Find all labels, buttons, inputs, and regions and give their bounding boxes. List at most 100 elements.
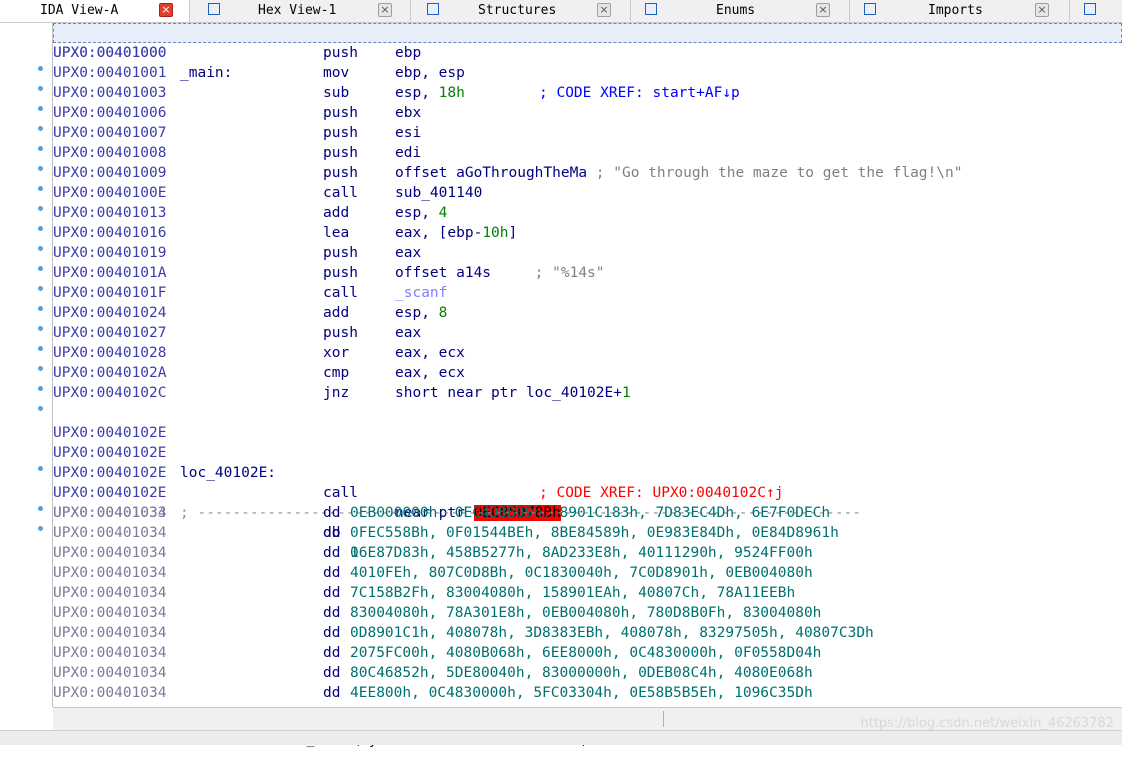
- close-icon[interactable]: ×: [378, 3, 392, 17]
- listing-line-dd[interactable]: UPX0:00401034 dd 0EB000000h, 0EC4D8B09h, 8…: [53, 503, 1122, 523]
- operand-text[interactable]: eax, ecx: [395, 345, 465, 361]
- address: UPX0:0040100E: [53, 185, 167, 201]
- tab-ida-view-a[interactable]: IDA View-A ×: [0, 0, 190, 22]
- listing-line[interactable]: UPX0:00401001 mov ebp, esp: [53, 63, 1122, 83]
- listing-line[interactable]: UPX0:00401027 push eax: [53, 323, 1122, 343]
- listing-line[interactable]: UPX0:00401006 push ebx: [53, 103, 1122, 123]
- mnemonic: dd: [323, 645, 341, 661]
- close-icon[interactable]: ×: [1035, 3, 1049, 17]
- listing-line-loc[interactable]: UPX0:0040102E loc_40102E: ; CODE XREF: U…: [53, 423, 1122, 501]
- function-reference[interactable]: _scanf: [395, 285, 447, 301]
- listing-line[interactable]: UPX0:00401007 push esi: [53, 123, 1122, 143]
- listing-line-call[interactable]: UPX0:0040102E call near ptr 0EC85D78Bh: [53, 443, 1122, 521]
- address: UPX0:00401027: [53, 325, 167, 341]
- exports-icon: [1084, 3, 1096, 15]
- tab-structures[interactable]: Structures ×: [411, 0, 631, 21]
- mnemonic: dd: [323, 685, 341, 701]
- disassembly-listing[interactable]: UPX0:00401000 _main: ; CODE XREF: start+…: [53, 23, 1122, 707]
- listing-line[interactable]: UPX0:0040101A push offset a14s ; "%14s": [53, 263, 1122, 283]
- mnemonic: dd: [323, 545, 341, 561]
- mnemonic: call: [323, 285, 358, 301]
- arrow-dot-icon: [38, 386, 43, 391]
- address: UPX0:00401034: [53, 505, 167, 521]
- operand-text[interactable]: offset aGoThroughTheMa: [395, 165, 587, 181]
- listing-line[interactable]: UPX0:00401028 xor eax, ecx: [53, 343, 1122, 363]
- comment: ; "Go through the maze to get the flag!\…: [587, 165, 963, 181]
- operand-text[interactable]: eax, ecx: [395, 365, 465, 381]
- operand-text[interactable]: short near ptr loc_40102E+: [395, 385, 622, 401]
- listing-line-dd[interactable]: UPX0:00401034 dd 0D8901C1h, 408078h, 3D838…: [53, 623, 1122, 643]
- tab-imports[interactable]: Imports ×: [850, 0, 1070, 21]
- tab-enums[interactable]: Enums ×: [631, 0, 850, 21]
- listing-line-dd[interactable]: UPX0:00401034 dd 83004080h, 78A301E8h, 0EB…: [53, 603, 1122, 623]
- tab-exports[interactable]: [1070, 0, 1122, 21]
- address: UPX0:00401016: [53, 225, 167, 241]
- data-values: 16E87D83h, 458B5277h, 8AD233E8h, 4011129…: [350, 545, 813, 561]
- listing-line-dd[interactable]: UPX0:00401034 dd 16E87D83h, 458B5277h, 8AD…: [53, 543, 1122, 563]
- mnemonic: add: [323, 205, 350, 221]
- structures-icon: [427, 3, 439, 15]
- operand-text[interactable]: eax: [395, 245, 421, 261]
- listing-line-main[interactable]: UPX0:00401000 _main: ; CODE XREF: start+…: [53, 23, 1122, 101]
- listing-line-dd[interactable]: UPX0:00401034 dd 4EE800h, 0C4830000h, 5FC0…: [53, 683, 1122, 703]
- address: UPX0:00401034: [53, 525, 167, 541]
- listing-line-dd[interactable]: UPX0:00401034 dd 2075FC00h, 4080B068h, 6EE…: [53, 643, 1122, 663]
- mnemonic: push: [323, 245, 358, 261]
- close-icon[interactable]: ×: [816, 3, 830, 17]
- listing-line[interactable]: UPX0:0040100E call sub_401140: [53, 183, 1122, 203]
- listing-line[interactable]: UPX0:0040102C jnz short near ptr loc_40102…: [53, 383, 1122, 403]
- listing-line-dd[interactable]: UPX0:00401034 dd 7C158B2Fh, 83004080h, 158…: [53, 583, 1122, 603]
- arrow-dot-icon: [38, 286, 43, 291]
- operand-text[interactable]: esp,: [395, 85, 439, 101]
- mnemonic: dd: [323, 625, 341, 641]
- listing-line[interactable]: UPX0:00401009 push offset aGoThroughTheMa …: [53, 163, 1122, 183]
- operand-text[interactable]: esp,: [395, 305, 439, 321]
- arrow-dot-icon: [38, 206, 43, 211]
- close-icon[interactable]: ×: [159, 3, 173, 17]
- listing-line-dd[interactable]: UPX0:00401034 dd 0FEC558Bh, 0F01544BEh, 8B…: [53, 523, 1122, 543]
- watermark: https://blog.csdn.net/weixin_46263782: [860, 716, 1114, 731]
- operands: eax: [395, 323, 421, 343]
- tab-label: Structures: [478, 3, 557, 18]
- listing-line[interactable]: UPX0:00401013 add esp, 4: [53, 203, 1122, 223]
- listing-line-dd[interactable]: UPX0:00401034 dd 80C46852h, 5DE80040h, 830…: [53, 663, 1122, 683]
- operand-text[interactable]: esp,: [395, 205, 439, 221]
- data-values: 80C46852h, 5DE80040h, 83000000h, 0DEB08C…: [350, 665, 813, 681]
- operand-text[interactable]: sub_401140: [395, 185, 482, 201]
- listing-line[interactable]: UPX0:00401000 push ebp: [53, 43, 1122, 63]
- address: UPX0:00401019: [53, 245, 167, 261]
- mnemonic: lea: [323, 225, 350, 241]
- listing-gutter[interactable]: [0, 23, 52, 707]
- bottom-scroll-area[interactable]: [0, 730, 1122, 745]
- listing-line[interactable]: UPX0:00401003 sub esp, 18h: [53, 83, 1122, 103]
- operand-text[interactable]: ebp, esp: [395, 65, 465, 81]
- listing-line[interactable]: UPX0:00401008 push edi: [53, 143, 1122, 163]
- close-icon[interactable]: ×: [597, 3, 611, 17]
- mnemonic: dd: [323, 525, 341, 541]
- operands: ebx: [395, 103, 421, 123]
- operand-text[interactable]: eax: [395, 325, 421, 341]
- listing-line[interactable]: UPX0:0040101F call _scanf: [53, 283, 1122, 303]
- data-values: 0FEC558Bh, 0F01544BEh, 8BE84589h, 0E983E…: [350, 525, 839, 541]
- listing-line[interactable]: UPX0:00401019 push eax: [53, 243, 1122, 263]
- operands: eax, [ebp-10h]: [395, 223, 517, 243]
- operands: eax, ecx: [395, 363, 465, 383]
- listing-line-dd[interactable]: UPX0:00401034 dd 4010FEh, 807C0D8Bh, 0C183…: [53, 563, 1122, 583]
- mnemonic: add: [323, 305, 350, 321]
- tab-hex-view-1[interactable]: Hex View-1 ×: [190, 0, 411, 21]
- listing-line[interactable]: UPX0:00401024 add esp, 8: [53, 303, 1122, 323]
- mnemonic: dd: [323, 505, 341, 521]
- operand-text[interactable]: ebx: [395, 105, 421, 121]
- listing-line[interactable]: UPX0:0040102A cmp eax, ecx: [53, 363, 1122, 383]
- operand-text[interactable]: eax, [ebp-: [395, 225, 482, 241]
- operand-text[interactable]: edi: [395, 145, 421, 161]
- operand-text[interactable]: ebp: [395, 45, 421, 61]
- listing-line-blank[interactable]: UPX0:0040102E: [53, 403, 1122, 441]
- listing-line-separator[interactable]: UPX0:0040102E ; ------------------------…: [53, 463, 1122, 521]
- arrow-dot-icon: [38, 406, 43, 411]
- listing-line[interactable]: UPX0:00401016 lea eax, [ebp-10h]: [53, 223, 1122, 243]
- listing-line-db[interactable]: UPX0:00401033 db 0: [53, 483, 1122, 561]
- operand-text[interactable]: offset a14s: [395, 265, 491, 281]
- comment: ; "%14s": [491, 265, 605, 281]
- operand-text[interactable]: esi: [395, 125, 421, 141]
